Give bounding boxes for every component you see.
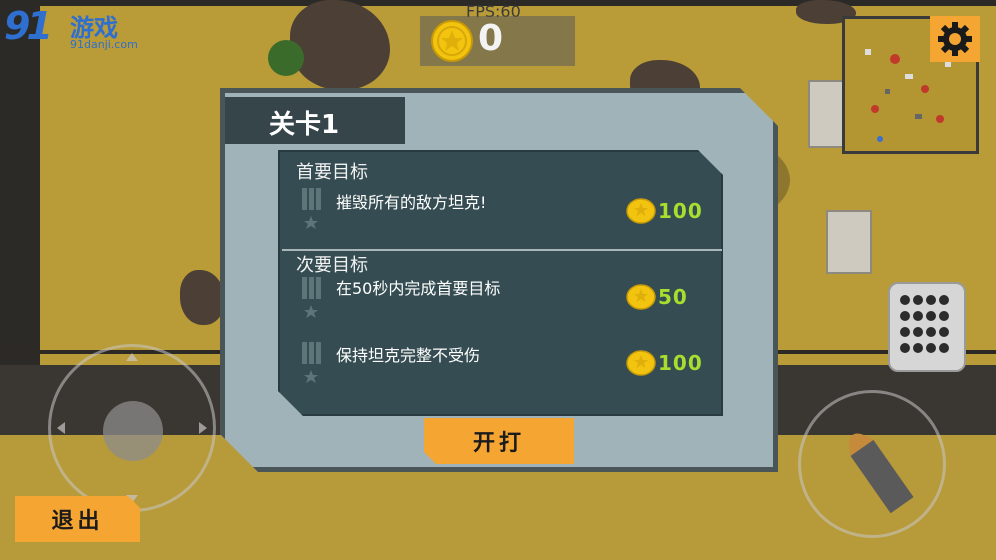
weapon-select-button[interactable] [888, 282, 966, 372]
watermark-logo: 91 游戏 91danji.com [4, 4, 138, 52]
exit-label: 退出 [51, 509, 104, 534]
coin-icon [626, 284, 656, 310]
level-tab: 关卡1 [225, 97, 405, 144]
reward: 100 [626, 348, 703, 378]
medal-icon [302, 342, 321, 383]
start-button[interactable]: 开打 [424, 418, 574, 464]
objectives-panel: 首要目标 摧毁所有的敌方坦克! 100 次要目标 在50秒内完成首要目标 50 … [278, 150, 723, 416]
secondary-heading: 次要目标 [296, 255, 368, 276]
exit-button[interactable]: 退出 [15, 496, 140, 542]
move-joystick[interactable] [48, 344, 216, 512]
coin-count: 0 [478, 18, 504, 59]
goal-text: 在50秒内完成首要目标 [336, 279, 501, 298]
level-title: 关卡1 [269, 110, 340, 140]
primary-heading: 首要目标 [296, 162, 368, 183]
coin-icon [626, 350, 656, 376]
logo-url: 91danji.com [70, 38, 138, 51]
settings-button[interactable] [930, 16, 980, 62]
goal-text: 摧毁所有的敌方坦克! [336, 193, 487, 212]
joystick-knob[interactable] [103, 401, 163, 461]
reward: 100 [626, 196, 703, 226]
reward: 50 [626, 282, 688, 312]
reward-value: 50 [658, 285, 688, 309]
fire-button[interactable] [798, 390, 946, 538]
coin-icon [626, 198, 656, 224]
coin-icon [431, 20, 473, 62]
goal-text: 保持坦克完整不受伤 [336, 346, 481, 365]
crate [826, 210, 872, 274]
grid-icon [900, 295, 949, 353]
medal-icon [302, 188, 321, 229]
medal-icon [302, 277, 321, 318]
tree [268, 40, 304, 76]
bullet-icon [849, 433, 914, 514]
level-dialog: 关卡1 首要目标 摧毁所有的敌方坦克! 100 次要目标 在50秒内完成首要目标 [220, 88, 778, 472]
reward-value: 100 [658, 199, 703, 223]
start-label: 开打 [472, 431, 525, 456]
reward-value: 100 [658, 351, 703, 375]
logo-mark: 91 [4, 4, 53, 48]
gear-icon [938, 22, 972, 56]
